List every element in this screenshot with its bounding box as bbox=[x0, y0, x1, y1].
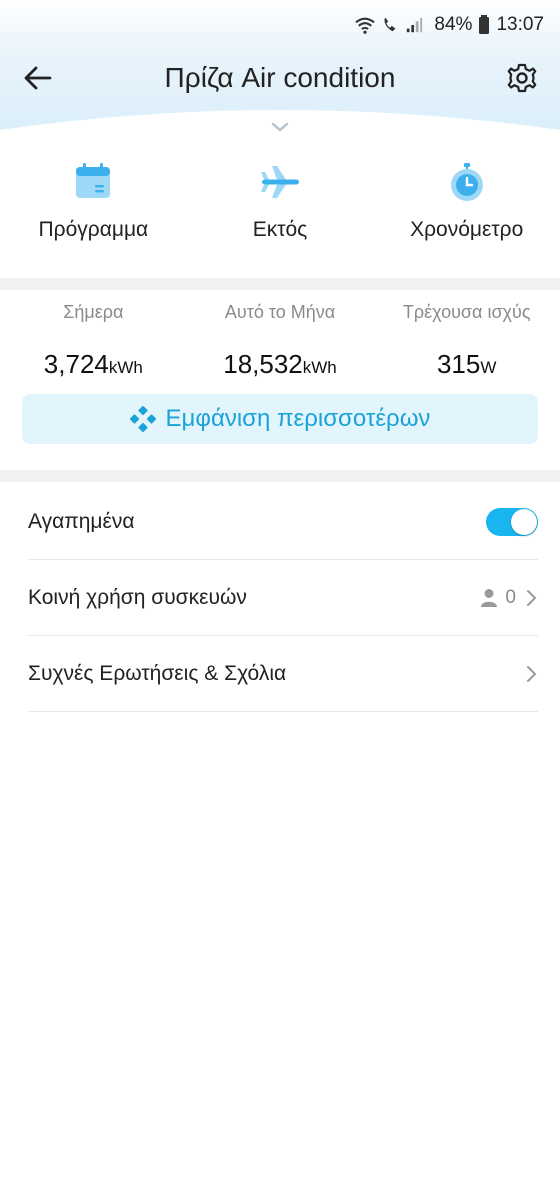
schedule-shortcut[interactable]: Πρόγραμμα bbox=[0, 160, 187, 270]
stat-label: Τρέχουσα ισχύς bbox=[402, 302, 531, 322]
diamond-grid-icon bbox=[129, 406, 156, 432]
airplane-icon bbox=[261, 166, 299, 198]
battery-percent: 84% bbox=[434, 14, 473, 35]
gear-icon[interactable] bbox=[506, 62, 538, 94]
faq-label: Συχνές Ερωτήσεις & Σχόλια bbox=[28, 661, 287, 685]
stats-row: Σήμερα 3,724kWh Αυτό το Μήνα 18,532kWh Τ… bbox=[0, 290, 560, 380]
show-more-button[interactable]: Εμφάνιση περισσοτέρων bbox=[22, 394, 538, 444]
stat-current-power: Τρέχουσα ισχύς 315W bbox=[373, 290, 560, 380]
away-shortcut[interactable]: Εκτός bbox=[187, 160, 374, 270]
chevron-down-icon[interactable] bbox=[270, 120, 290, 136]
call-icon bbox=[384, 17, 396, 32]
toggle-knob bbox=[511, 508, 537, 535]
favorites-row[interactable]: Αγαπημένα bbox=[28, 484, 538, 560]
person-icon bbox=[481, 588, 498, 607]
feature-label: Χρονόμετρο bbox=[410, 218, 524, 241]
stat-unit: W bbox=[480, 358, 497, 377]
device-sharing-label: Κοινή χρήση συσκευών bbox=[28, 585, 247, 609]
show-more-label: Εμφάνιση περισσοτέρων bbox=[165, 405, 431, 432]
stat-value: 3,724 bbox=[43, 349, 109, 379]
signal-icon bbox=[407, 17, 423, 33]
section-divider bbox=[0, 278, 560, 290]
stat-unit: kWh bbox=[302, 358, 337, 377]
favorites-toggle[interactable] bbox=[486, 507, 538, 536]
page-title: Πρίζα Air condition bbox=[164, 62, 396, 93]
settings-list: Αγαπημένα Κοινή χρήση συσκευών 0 Συχνές … bbox=[0, 484, 560, 712]
app-bar: Πρίζα Air condition bbox=[0, 50, 560, 106]
faq-row[interactable]: Συχνές Ερωτήσεις & Σχόλια bbox=[28, 636, 538, 712]
stat-value: 315 bbox=[436, 349, 481, 379]
chevron-right-icon bbox=[527, 589, 537, 606]
stat-value-wrap: 3,724kWh bbox=[0, 349, 187, 380]
sharing-meta: 0 bbox=[481, 587, 538, 609]
feature-shortcuts: Πρόγραμμα Εκτός Χρονόμετρο bbox=[0, 160, 560, 270]
device-sharing-row[interactable]: Κοινή χρήση συσκευών 0 bbox=[28, 560, 538, 636]
stat-value-wrap: 18,532kWh bbox=[187, 349, 374, 380]
stat-label: Αυτό το Μήνα bbox=[224, 302, 336, 322]
clock: 13:07 bbox=[496, 14, 544, 35]
timer-shortcut[interactable]: Χρονόμετρο bbox=[373, 160, 560, 270]
stat-this-month: Αυτό το Μήνα 18,532kWh bbox=[187, 290, 374, 380]
favorites-label: Αγαπημένα bbox=[28, 509, 135, 533]
status-bar: 84% 13:07 bbox=[0, 0, 560, 50]
stopwatch-icon bbox=[450, 163, 483, 201]
calendar-icon bbox=[76, 163, 111, 198]
stat-today: Σήμερα 3,724kWh bbox=[0, 290, 187, 380]
sharing-count: 0 bbox=[505, 586, 516, 608]
energy-stats: Σήμερα 3,724kWh Αυτό το Μήνα 18,532kWh Τ… bbox=[0, 290, 560, 470]
stat-value: 18,532 bbox=[223, 349, 303, 379]
feature-label: Πρόγραμμα bbox=[38, 218, 149, 241]
stat-label: Σήμερα bbox=[63, 302, 124, 322]
feature-label: Εκτός bbox=[252, 218, 308, 241]
status-icons bbox=[354, 16, 424, 34]
chevron-right-icon bbox=[527, 665, 537, 682]
stat-value-wrap: 315W bbox=[373, 349, 560, 380]
faq-meta bbox=[524, 664, 538, 684]
stat-unit: kWh bbox=[108, 358, 143, 377]
wifi-icon bbox=[355, 17, 376, 34]
battery-icon bbox=[479, 15, 490, 34]
section-divider bbox=[0, 470, 560, 482]
